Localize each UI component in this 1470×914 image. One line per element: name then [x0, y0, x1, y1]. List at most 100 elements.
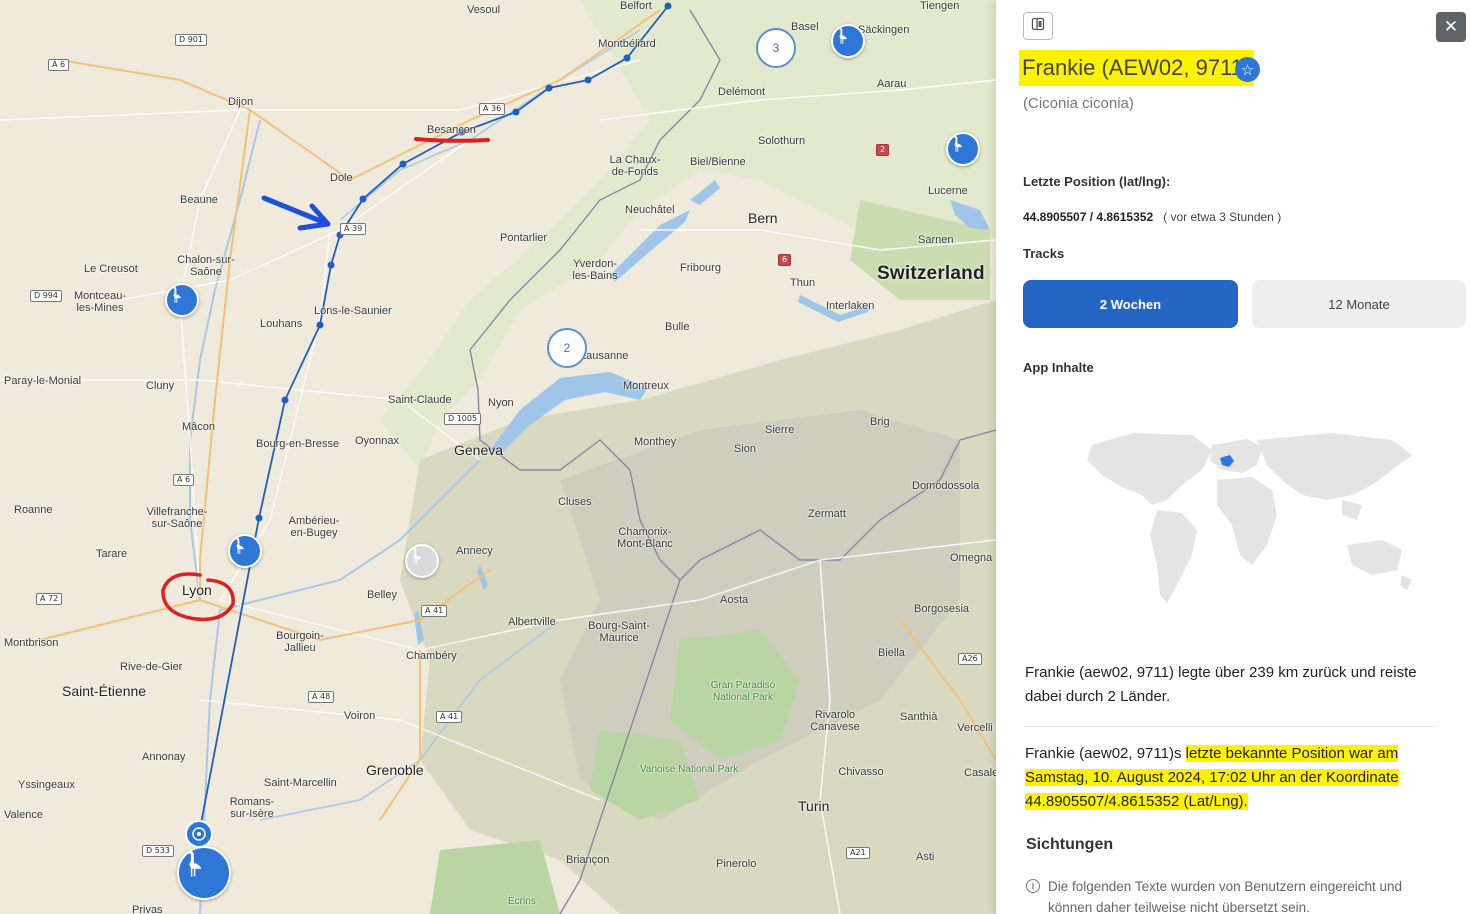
- app-root: Vesoul Belfort Montbéliard Dijon Besançon Dol…: [0, 0, 1470, 914]
- place-label: Beaune: [180, 194, 218, 206]
- place-label: Tiengen: [920, 0, 960, 12]
- place-label: Pontarlier: [500, 232, 548, 244]
- place-label: Domodossola: [912, 480, 980, 492]
- road-shield: 2: [876, 144, 890, 156]
- stork-marker-current[interactable]: [177, 846, 231, 900]
- place-label: Albertville: [508, 616, 556, 628]
- place-label: Le Creusot: [84, 263, 138, 275]
- detail-panel: ✕ Frankie (AEW02, 9711) ☆ (Ciconia cicon…: [996, 0, 1470, 914]
- road-shield: A 41: [436, 711, 463, 723]
- track-point: [664, 2, 672, 10]
- place-label: Aosta: [720, 594, 749, 606]
- place-label: Geneva: [454, 442, 504, 458]
- tab-12-months[interactable]: 12 Monate: [1252, 280, 1466, 328]
- place-label: Neuchâtel: [625, 204, 675, 216]
- road-shield: A 41: [421, 605, 448, 617]
- sidebar-toggle-button[interactable]: [1023, 12, 1053, 40]
- place-label: Annecy: [456, 545, 493, 557]
- place-label: Chamonix-Mont-Blanc: [617, 526, 673, 550]
- track-point: [255, 514, 263, 522]
- place-label: Saint-Claude: [388, 394, 452, 406]
- place-label: Bern: [748, 210, 778, 226]
- close-button[interactable]: ✕: [1436, 12, 1466, 42]
- road-shield: D 901: [175, 34, 207, 46]
- divider: [1025, 726, 1435, 727]
- place-label: Bourg-Saint-Maurice: [588, 620, 650, 644]
- place-label: Écrins: [508, 896, 536, 907]
- annotation-arrow: [261, 195, 331, 231]
- place-label: Chambéry: [406, 650, 457, 662]
- place-label: Saint-Étienne: [62, 683, 147, 699]
- road-shield: A 6: [173, 474, 195, 486]
- place-label: Paray-le-Monial: [4, 375, 82, 387]
- place-label: Bourgoin-Jallieu: [276, 630, 324, 654]
- road-shield: A 48: [308, 691, 335, 703]
- last-known-prefix: Frankie (aew02, 9711)s: [1025, 745, 1186, 762]
- map-view[interactable]: Vesoul Belfort Montbéliard Dijon Besançon Dol…: [0, 0, 1055, 914]
- place-label: Sierre: [765, 424, 795, 436]
- distance-summary: Frankie (aew02, 9711) legte über 239 km …: [1025, 664, 1417, 705]
- stork-icon: [836, 27, 848, 44]
- place-label: Besançon: [427, 124, 476, 136]
- place-label: Mâcon: [182, 421, 216, 433]
- track-point: [281, 396, 289, 404]
- place-label: Vesoul: [467, 4, 501, 16]
- place-label: Yssingeaux: [18, 779, 75, 791]
- place-label: Lons-le-Saunier: [314, 305, 392, 317]
- place-label: Omegna: [950, 552, 993, 564]
- stork-marker[interactable]: [165, 283, 199, 317]
- place-label: Saint-Marcellin: [264, 777, 337, 789]
- place-label: Switzerland: [877, 263, 985, 284]
- place-label: Annonay: [142, 751, 186, 763]
- stork-icon: [951, 135, 963, 152]
- place-label: Voiron: [344, 710, 376, 722]
- road-shield: A 39: [340, 223, 367, 235]
- place-label: Vanoise National Park: [640, 764, 739, 775]
- road-shield: D 994: [30, 290, 62, 302]
- place-label: Tarare: [96, 548, 128, 560]
- place-label: Montceau-les-Mines: [74, 290, 126, 314]
- track-point: [545, 84, 553, 92]
- stork-icon: [184, 850, 202, 877]
- place-label: Santhià: [900, 711, 938, 723]
- place-label: Turin: [798, 798, 830, 814]
- place-label: Aarau: [877, 78, 907, 90]
- place-label: Montbéliard: [598, 38, 656, 50]
- animal-title: Frankie (AEW02, 9711): [1019, 50, 1255, 86]
- stork-marker[interactable]: [831, 24, 865, 58]
- stork-icon: [170, 286, 182, 303]
- stork-marker[interactable]: [946, 132, 980, 166]
- place-label: Bourg-en-Bresse: [256, 438, 340, 450]
- close-icon: ✕: [1443, 17, 1459, 36]
- place-label: Rivarolo Canavese: [810, 709, 860, 733]
- place-label: Villefranche-sur-Saône: [146, 506, 208, 530]
- stork-marker[interactable]: [228, 534, 262, 568]
- place-label: Monthey: [634, 436, 677, 448]
- road-shield: A 36: [479, 103, 506, 115]
- place-label: Delémont: [718, 86, 766, 98]
- favorite-star-icon[interactable]: ☆: [1235, 57, 1260, 82]
- tab-2-weeks[interactable]: 2 Wochen: [1023, 280, 1238, 328]
- track-point: [623, 54, 631, 62]
- track-point: [327, 261, 335, 269]
- place-label: Louhans: [260, 318, 303, 330]
- road-shield: A26: [958, 653, 982, 665]
- cluster-marker[interactable]: 3: [756, 28, 796, 68]
- world-map: [1087, 433, 1412, 603]
- track-point: [399, 160, 407, 168]
- last-position-ago: ( vor etwa 3 Stunden ): [1163, 210, 1282, 224]
- place-label: Dijon: [228, 96, 254, 108]
- sightings-info-text: Die folgenden Texte wurden von Benutzern…: [1048, 879, 1402, 914]
- road-shield: A 72: [36, 593, 63, 605]
- place-label: Belley: [367, 589, 397, 601]
- place-label: Asti: [916, 851, 935, 863]
- cluster-marker[interactable]: 2: [547, 328, 587, 368]
- place-label: Rive-de-Gier: [120, 661, 183, 673]
- stork-marker[interactable]: [405, 544, 439, 578]
- road-shield: 6: [778, 254, 792, 266]
- place-label: Lucerne: [928, 185, 968, 197]
- place-label: Yverdon-les-Bains: [572, 258, 618, 282]
- place-label: Valence: [4, 809, 43, 821]
- annotation-underline: [414, 137, 490, 143]
- last-position: 44.8905507 / 4.8615352 ( vor etwa 3 Stund…: [1023, 210, 1281, 224]
